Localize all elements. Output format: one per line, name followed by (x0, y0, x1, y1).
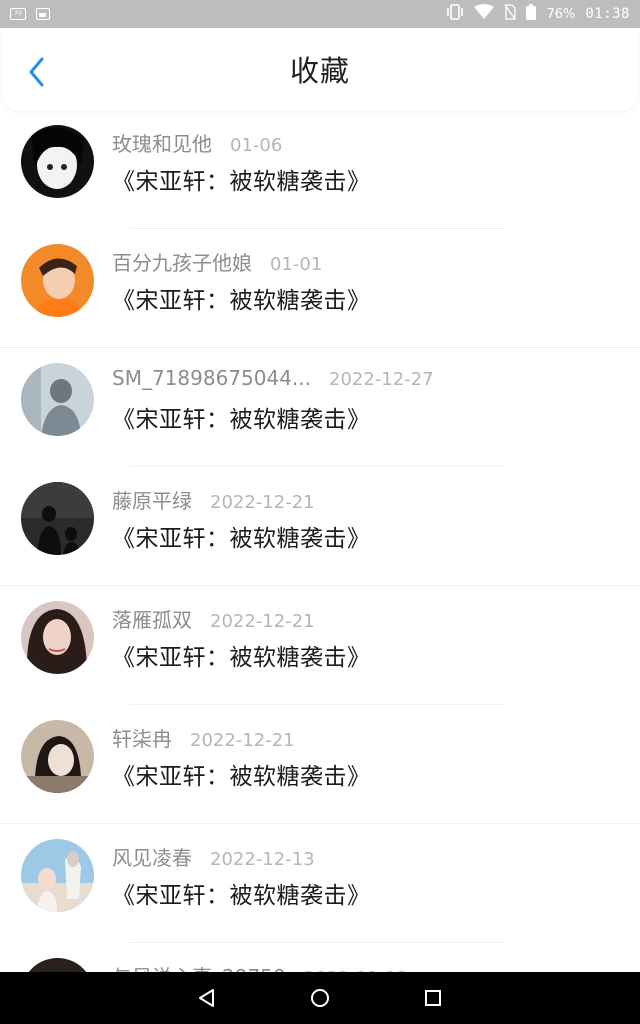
list-item[interactable]: 藤原平绿 2022-12-21 《宋亚轩：被软糖袭击》 (0, 467, 640, 586)
list-item[interactable]: 玫瑰和见他 01-06 《宋亚轩：被软糖袭击》 (0, 110, 640, 229)
image-icon (36, 8, 50, 20)
author-name[interactable]: 风见凌春 (112, 842, 192, 871)
book-title[interactable]: 《宋亚轩：被软糖袭击》 (112, 876, 371, 910)
status-bar: 70 76% 01:38 (0, 0, 640, 28)
author-name[interactable]: 轩柒冉 (112, 723, 172, 752)
list-item[interactable]: 与风说心事_29750 2022-12-12 (0, 943, 640, 972)
list-item[interactable]: 风见凌春 2022-12-13 《宋亚轩：被软糖袭击》 (0, 824, 640, 943)
recents-square-icon[interactable] (413, 978, 453, 1018)
wifi-icon (474, 4, 495, 24)
no-sim-icon (504, 4, 517, 24)
book-title[interactable]: 《宋亚轩：被软糖袭击》 (112, 519, 371, 553)
author-name[interactable]: 藤原平绿 (112, 485, 192, 514)
book-title[interactable]: 《宋亚轩：被软糖袭击》 (112, 400, 371, 434)
battery-icon (526, 4, 537, 24)
fav-date: 2022-12-21 (210, 492, 315, 513)
avatar[interactable] (21, 958, 94, 972)
avatar[interactable] (21, 363, 94, 436)
avatar[interactable] (21, 482, 94, 555)
fav-date: 01-06 (230, 135, 283, 156)
notification-icon: 70 (10, 8, 26, 20)
back-triangle-icon[interactable] (187, 978, 227, 1018)
author-name[interactable]: 玫瑰和见他 (112, 128, 212, 157)
fav-date: 01-01 (270, 254, 323, 275)
fav-date: 2022-12-27 (329, 369, 434, 390)
avatar[interactable] (21, 244, 94, 317)
vibrate-icon (446, 4, 464, 24)
book-title[interactable]: 《宋亚轩：被软糖袭击》 (112, 638, 371, 672)
avatar[interactable] (21, 601, 94, 674)
list-item[interactable]: 百分九孩子他娘 01-01 《宋亚轩：被软糖袭击》 (0, 229, 640, 348)
fav-date: 2022-12-21 (190, 730, 295, 751)
page-title: 收藏 (289, 54, 350, 88)
list-item[interactable]: SM_71898675044... 2022-12-27 《宋亚轩：被软糖袭击》 (0, 348, 640, 467)
fav-date: 2022-12-21 (210, 611, 315, 632)
home-circle-icon[interactable] (300, 978, 340, 1018)
favorites-list: 玫瑰和见他 01-06 《宋亚轩：被软糖袭击》 百分九孩子他娘 01-01 《宋… (0, 110, 640, 972)
back-button[interactable] (20, 54, 52, 90)
screen: 70 76% 01:38 收藏 玫瑰和见他 01-06 《宋亚轩：被软糖袭击》 … (0, 0, 640, 1024)
list-item[interactable]: 轩柒冉 2022-12-21 《宋亚轩：被软糖袭击》 (0, 705, 640, 824)
avatar[interactable] (21, 125, 94, 198)
clock: 01:38 (585, 6, 630, 22)
battery-percent: 76% (546, 6, 576, 22)
author-name[interactable]: 落雁孤双 (112, 604, 192, 633)
book-title[interactable]: 《宋亚轩：被软糖袭击》 (112, 162, 371, 196)
fav-date: 2022-12-13 (210, 849, 315, 870)
author-name[interactable]: 与风说心事_29750 (112, 961, 286, 972)
book-title[interactable]: 《宋亚轩：被软糖袭击》 (112, 281, 371, 315)
system-nav-bar (0, 972, 640, 1024)
author-name[interactable]: SM_71898675044... (112, 366, 311, 390)
avatar[interactable] (21, 720, 94, 793)
author-name[interactable]: 百分九孩子他娘 (112, 247, 252, 276)
book-title[interactable]: 《宋亚轩：被软糖袭击》 (112, 757, 371, 791)
list-item[interactable]: 落雁孤双 2022-12-21 《宋亚轩：被软糖袭击》 (0, 586, 640, 705)
app-header: 收藏 (2, 28, 638, 110)
avatar[interactable] (21, 839, 94, 912)
chevron-left-icon (29, 57, 44, 87)
